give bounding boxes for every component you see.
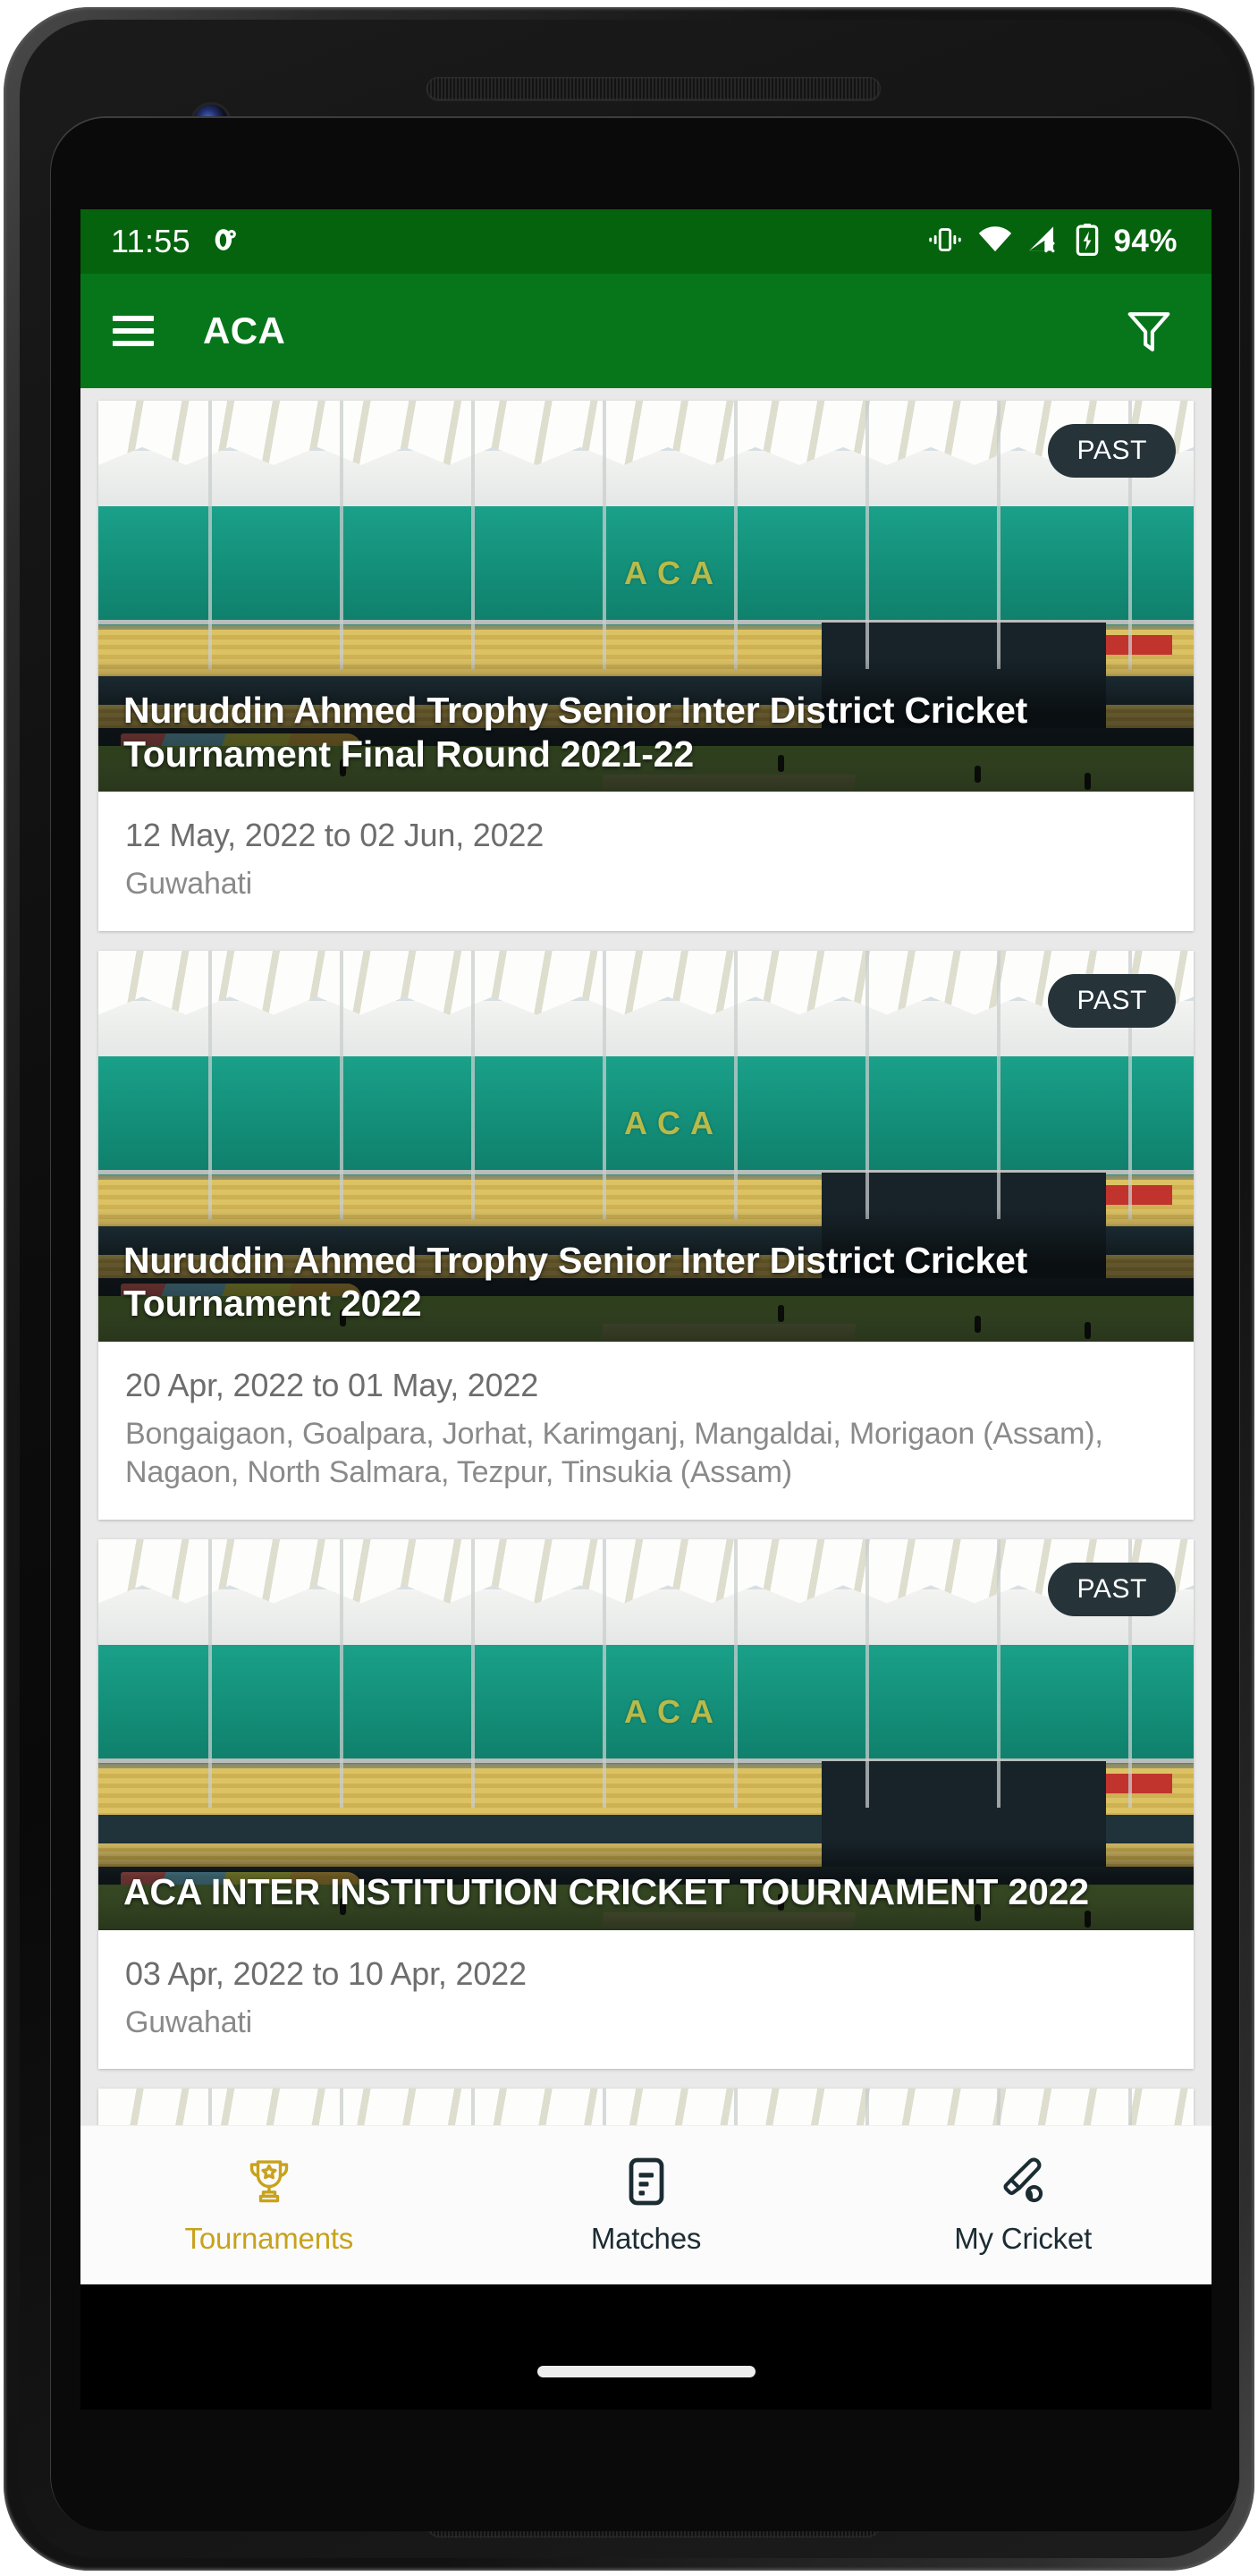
bottom-navigation-bar: Tournaments Matches My Cricket [80,2125,1212,2284]
cricket-bat-ball-icon [997,2155,1049,2213]
device-frame: 11:55 94% ACA ACA PAST Nuruddin Ahmed Tr… [0,0,1258,2576]
earpiece-speaker-grille [426,77,881,100]
nav-tab-my-cricket[interactable]: My Cricket [834,2155,1212,2256]
match-list-icon [621,2155,671,2213]
stadium-signage-text: ACA [624,555,723,591]
hero-title-overlay: Nuruddin Ahmed Trophy Senior Inter Distr… [98,658,1194,792]
tournament-details: 12 May, 2022 to 02 Jun, 2022 Guwahati [98,792,1194,931]
gesture-navigation-bar [80,2333,1212,2410]
vibrate-icon [927,225,963,259]
hero-title-overlay: ACA INTER INSTITUTION CRICKET TOURNAMENT… [98,1840,1194,1930]
stadium-signage-text: ACA [624,1104,723,1141]
stadium-signage-text: ACA [624,1692,723,1730]
tournament-card[interactable]: ACA [98,1538,1194,2070]
battery-percentage-label: 94% [1113,224,1178,258]
tournament-venue: Guwahati [125,867,253,901]
hero-title-overlay: Nuruddin Ahmed Trophy Senior Inter Distr… [98,1208,1194,1342]
trophy-icon [242,2155,296,2213]
wifi-icon [977,225,1013,259]
page-title: ACA [203,309,286,352]
tournament-venue: Guwahati [125,2004,253,2039]
tournament-title: ACA INTER INSTITUTION CRICKET TOURNAMENT… [123,1871,1089,1913]
status-badge: PAST [1048,1562,1176,1616]
status-badge: PAST [1048,424,1176,478]
tournament-details: 03 Apr, 2022 to 10 Apr, 2022 Guwahati [98,1929,1194,2070]
tournament-venue: Bongaigaon, Goalpara, Jorhat, Karimganj,… [125,1416,1103,1490]
hamburger-menu-icon[interactable] [113,316,154,346]
nav-label-my-cricket: My Cricket [954,2222,1093,2255]
status-bar-clock: 11:55 [111,223,190,259]
tournament-hero-image: ACA [98,950,1194,1342]
nav-tab-matches[interactable]: Matches [458,2155,835,2256]
phone-outer-shell: 11:55 94% ACA ACA PAST Nuruddin Ahmed Tr… [4,7,1254,2571]
filter-funnel-icon[interactable] [1120,302,1178,360]
clock-notification-icon [210,225,241,259]
tournament-dates: 03 Apr, 2022 to 10 Apr, 2022 [125,1954,527,1992]
phone-body: 11:55 94% ACA ACA PAST Nuruddin Ahmed Tr… [20,20,1240,2558]
nav-label-matches: Matches [590,2222,702,2255]
home-gesture-pill[interactable] [536,2365,756,2377]
nav-label-tournaments: Tournaments [184,2222,354,2255]
tournament-dates: 20 Apr, 2022 to 01 May, 2022 [125,1366,539,1403]
tournament-details: 20 Apr, 2022 to 01 May, 2022 Bongaigaon,… [98,1341,1194,1520]
tournament-hero-image: ACA [98,401,1194,792]
tournament-hero-image: ACA [98,1538,1194,1930]
status-bar: 11:55 94% [80,209,1212,274]
cellular-no-service-icon [1027,225,1061,259]
status-bar-notifications [210,225,241,259]
tournament-card[interactable]: ACA [98,401,1194,931]
tournament-card[interactable]: ACA [98,950,1194,1520]
tournament-dates: 12 May, 2022 to 02 Jun, 2022 [125,817,545,853]
phone-screen: 11:55 94% ACA ACA PAST Nuruddin Ahmed Tr… [80,209,1212,2410]
tournament-list[interactable]: ACA PAST Nuruddin Ahmed Trophy Senior In… [80,388,1212,2284]
app-bar: ACA [80,274,1212,388]
tournament-title: Nuruddin Ahmed Trophy Senior Inter Distr… [123,690,1028,775]
nav-tab-tournaments[interactable]: Tournaments [80,2155,458,2256]
tournament-title: Nuruddin Ahmed Trophy Senior Inter Distr… [123,1239,1028,1325]
status-bar-system-icons: 94% [927,223,1178,260]
status-badge: PAST [1048,973,1176,1028]
battery-charging-icon [1076,223,1099,260]
